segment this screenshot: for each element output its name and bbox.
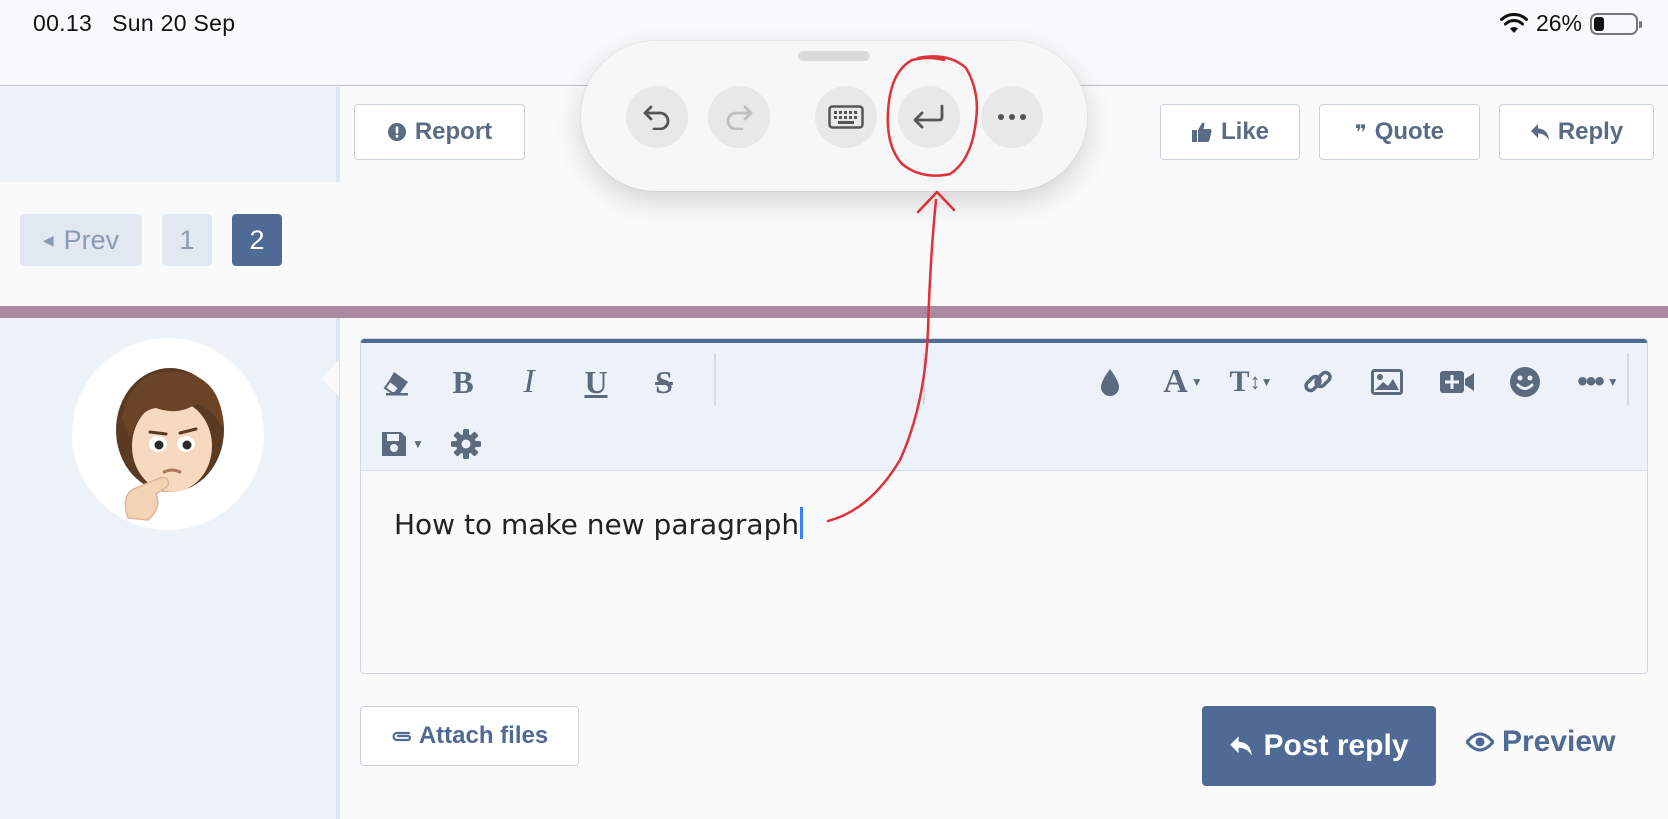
chevron-left-icon: ◀ bbox=[42, 231, 54, 248]
pagination-page-2[interactable]: 2 bbox=[232, 214, 282, 266]
quote-icon: ❞ bbox=[1354, 121, 1367, 144]
editor-content[interactable]: How to make new paragraph bbox=[394, 507, 803, 541]
report-icon bbox=[387, 123, 406, 141]
attach-files-button[interactable]: Attach files bbox=[360, 706, 579, 766]
toolbar-separator bbox=[923, 353, 925, 405]
like-button[interactable]: Like bbox=[1160, 104, 1300, 160]
avatar[interactable] bbox=[72, 338, 264, 530]
like-label: Like bbox=[1220, 118, 1270, 145]
reply-icon bbox=[1230, 736, 1253, 756]
more-icon[interactable]: ••• ▼ bbox=[1566, 355, 1630, 409]
toolbar-separator bbox=[714, 353, 716, 405]
section-divider bbox=[0, 306, 1668, 318]
underline-icon[interactable]: U bbox=[569, 355, 623, 409]
status-time: 00.13 Sun 20 Sep bbox=[33, 10, 235, 37]
shortcut-palette[interactable] bbox=[581, 41, 1087, 191]
attach-files-label: Attach files bbox=[418, 722, 549, 749]
video-icon[interactable] bbox=[1430, 355, 1484, 409]
reply-icon bbox=[1530, 124, 1549, 140]
editor-pointer bbox=[321, 360, 339, 396]
reply-button[interactable]: Reply bbox=[1499, 104, 1654, 160]
paperclip-icon bbox=[392, 731, 411, 742]
reply-label: Reply bbox=[1557, 118, 1624, 145]
bold-icon[interactable]: B bbox=[436, 355, 490, 409]
report-label: Report bbox=[414, 118, 493, 145]
return-icon[interactable] bbox=[898, 86, 960, 148]
italic-icon[interactable]: I bbox=[502, 355, 556, 409]
toolbar-separator bbox=[1627, 353, 1629, 405]
preview-button[interactable]: Preview bbox=[1466, 725, 1615, 759]
post-reply-button[interactable]: Post reply bbox=[1202, 706, 1436, 786]
quote-button[interactable]: ❞ Quote bbox=[1319, 104, 1480, 160]
pagination-prev-button[interactable]: ◀ Prev bbox=[20, 214, 142, 266]
clock-date: Sun 20 Sep bbox=[112, 10, 236, 36]
status-indicators: 26% bbox=[1499, 10, 1642, 37]
eye-icon bbox=[1466, 732, 1494, 752]
preview-label: Preview bbox=[1502, 725, 1616, 758]
memoji-avatar-icon bbox=[116, 368, 224, 521]
pagination-prev-label: Prev bbox=[63, 224, 120, 255]
post-editor[interactable]: B I U S A ▼ T ↕ ▼ ••• ▼ ▼ How to make ne… bbox=[360, 338, 1648, 674]
panel-divider-top bbox=[336, 87, 340, 182]
annotation-arrowhead bbox=[916, 190, 956, 214]
battery-icon bbox=[1590, 12, 1642, 35]
battery-level-fill bbox=[1594, 16, 1605, 31]
ellipsis-icon[interactable] bbox=[981, 86, 1043, 148]
strikethrough-icon[interactable]: S bbox=[637, 355, 691, 409]
link-icon[interactable] bbox=[1291, 355, 1345, 409]
emoji-icon[interactable] bbox=[1498, 355, 1552, 409]
redo-icon[interactable] bbox=[708, 86, 770, 148]
wifi-icon bbox=[1499, 12, 1528, 33]
align-icon[interactable]: ▼ bbox=[1637, 355, 1647, 409]
user-panel-top bbox=[0, 87, 338, 182]
text-color-icon[interactable] bbox=[1083, 355, 1137, 409]
text-cursor bbox=[800, 507, 803, 539]
settings-icon[interactable] bbox=[439, 417, 493, 471]
palette-grabber[interactable] bbox=[798, 51, 870, 61]
post-reply-label: Post reply bbox=[1263, 729, 1409, 762]
undo-icon[interactable] bbox=[626, 86, 688, 148]
font-size-icon[interactable]: T ↕ ▼ bbox=[1219, 355, 1283, 409]
quote-label: Quote bbox=[1374, 118, 1445, 145]
battery-percentage: 26% bbox=[1535, 10, 1582, 36]
eraser-icon[interactable] bbox=[370, 355, 424, 409]
image-icon[interactable] bbox=[1360, 355, 1414, 409]
font-family-icon[interactable]: A ▼ bbox=[1151, 355, 1215, 409]
pagination-page-1[interactable]: 1 bbox=[162, 214, 212, 266]
drafts-icon[interactable]: ▼ bbox=[371, 417, 433, 471]
report-button[interactable]: Report bbox=[354, 104, 525, 160]
editor-text: How to make new paragraph bbox=[394, 508, 800, 541]
keyboard-icon[interactable] bbox=[815, 86, 877, 148]
editor-toolbar: B I U S A ▼ T ↕ ▼ ••• ▼ ▼ bbox=[361, 343, 1647, 471]
thumbs-up-icon bbox=[1191, 122, 1212, 142]
clock-time: 00.13 bbox=[33, 10, 93, 36]
